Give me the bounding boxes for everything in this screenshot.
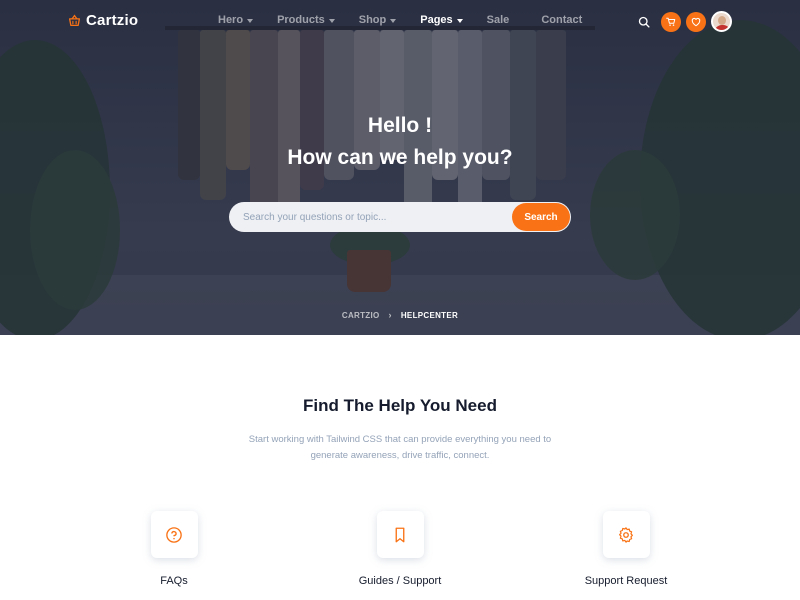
main-menu: Hero Products Shop Pages Sale Contact bbox=[218, 14, 606, 26]
feature-faqs[interactable]: FAQs bbox=[104, 511, 244, 587]
feature-icon-box bbox=[150, 511, 198, 558]
nav-item-hero[interactable]: Hero bbox=[218, 14, 254, 26]
top-navbar: Cartzio Hero Products Shop Pages Sale Co… bbox=[0, 0, 800, 44]
feature-label: Support Request bbox=[584, 575, 668, 587]
nav-item-contact[interactable]: Contact bbox=[541, 14, 582, 26]
feature-label: FAQs bbox=[160, 575, 188, 587]
feature-icon-box bbox=[376, 511, 424, 558]
heart-icon bbox=[691, 17, 701, 26]
nav-item-label: Sale bbox=[486, 14, 510, 26]
caret-down-icon bbox=[247, 18, 254, 23]
help-circle-icon bbox=[166, 526, 182, 543]
section-description: Start working with Tailwind CSS that can… bbox=[248, 434, 552, 461]
help-search-input[interactable] bbox=[229, 202, 499, 232]
caret-down-icon bbox=[456, 18, 463, 23]
hero-heading: How can we help you? bbox=[287, 146, 513, 169]
nav-item-label: Shop bbox=[358, 14, 387, 26]
nav-item-sale[interactable]: Sale bbox=[487, 14, 510, 26]
hero-section: Cartzio Hero Products Shop Pages Sale Co… bbox=[0, 0, 800, 335]
search-icon-button[interactable] bbox=[634, 12, 654, 32]
breadcrumb: CARTZIO › HELPCENTER bbox=[0, 310, 800, 320]
hero-greeting: Hello ! bbox=[367, 114, 433, 137]
cart-icon bbox=[666, 17, 676, 26]
cart-button[interactable] bbox=[661, 11, 681, 32]
nav-item-label: Hero bbox=[218, 14, 244, 26]
nav-item-label: Contact bbox=[541, 14, 583, 26]
section-title: Find The Help You Need bbox=[303, 396, 497, 415]
breadcrumb-link-home[interactable]: CARTZIO bbox=[342, 311, 380, 320]
search-icon bbox=[638, 16, 650, 28]
brand-name: Cartzio bbox=[86, 12, 139, 29]
feature-guides-support[interactable]: Guides / Support bbox=[330, 511, 470, 587]
nav-item-products[interactable]: Products bbox=[277, 14, 335, 26]
nav-item-shop[interactable]: Shop bbox=[359, 14, 397, 26]
caret-down-icon bbox=[390, 18, 397, 23]
help-search-bar: Search bbox=[229, 202, 571, 232]
chevron-right-icon: › bbox=[388, 310, 392, 320]
feature-support-request[interactable]: Support Request bbox=[556, 511, 696, 587]
user-avatar[interactable] bbox=[711, 11, 732, 32]
feature-icon-box bbox=[602, 511, 650, 558]
search-button[interactable]: Search bbox=[512, 203, 570, 231]
nav-item-label: Products bbox=[277, 14, 325, 26]
nav-actions bbox=[634, 11, 732, 32]
nav-item-label: Pages bbox=[420, 14, 453, 26]
settings-icon bbox=[619, 526, 633, 543]
nav-item-pages[interactable]: Pages bbox=[420, 14, 463, 26]
wishlist-button[interactable] bbox=[686, 11, 706, 32]
breadcrumb-current: HELPCENTER bbox=[400, 310, 459, 320]
basket-icon bbox=[68, 14, 81, 27]
feature-label: Guides / Support bbox=[358, 575, 442, 587]
bookmark-icon bbox=[395, 527, 405, 542]
caret-down-icon bbox=[328, 18, 335, 23]
brand-logo[interactable]: Cartzio bbox=[68, 12, 138, 29]
